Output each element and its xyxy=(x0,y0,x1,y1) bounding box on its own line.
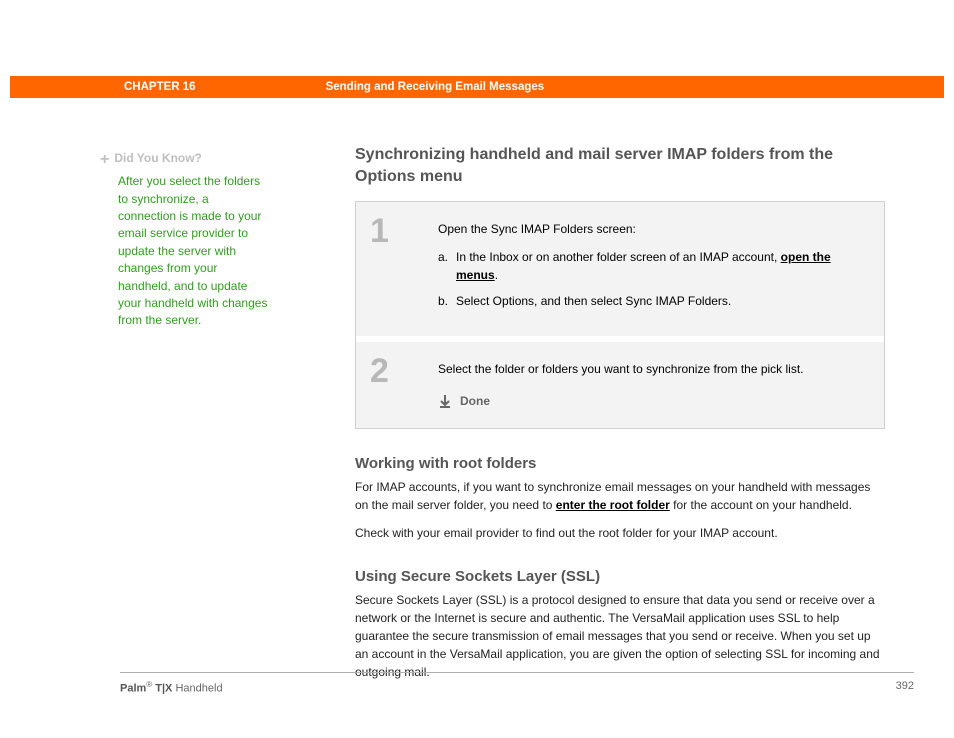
main-content: Synchronizing handheld and mail server I… xyxy=(355,144,885,691)
root-folders-section: Working with root folders For IMAP accou… xyxy=(355,455,885,542)
substep-b: b. Select Options, and then select Sync … xyxy=(438,292,866,310)
step-2: 2 Select the folder or folders you want … xyxy=(356,336,884,428)
product-name: Palm® T|X Handheld xyxy=(120,680,223,695)
page-footer: Palm® T|X Handheld 392 xyxy=(120,680,914,695)
page-number: 392 xyxy=(896,680,914,695)
section-paragraph: Check with your email provider to find o… xyxy=(355,524,885,542)
step-body: Select the folder or folders you want to… xyxy=(438,346,884,424)
step-lead: Open the Sync IMAP Folders screen: xyxy=(438,220,866,238)
did-you-know-label: Did You Know? xyxy=(114,151,202,165)
step-1: 1 Open the Sync IMAP Folders screen: a. … xyxy=(356,202,884,336)
chapter-header: CHAPTER 16 Sending and Receiving Email M… xyxy=(10,76,944,98)
steps-box: 1 Open the Sync IMAP Folders screen: a. … xyxy=(355,201,885,429)
section-paragraph: For IMAP accounts, if you want to synchr… xyxy=(355,478,885,514)
step-number: 1 xyxy=(356,206,438,332)
section-title: Synchronizing handheld and mail server I… xyxy=(355,144,885,187)
section-paragraph: Secure Sockets Layer (SSL) is a protocol… xyxy=(355,591,885,681)
done-label: Done xyxy=(460,392,490,410)
footer-rule xyxy=(120,672,914,673)
done-arrow-icon xyxy=(438,394,452,408)
plus-icon: + xyxy=(100,148,109,171)
done-indicator: Done xyxy=(438,392,866,410)
step-lead: Select the folder or folders you want to… xyxy=(438,360,866,378)
enter-root-folder-link[interactable]: enter the root folder xyxy=(556,498,670,512)
chapter-number: CHAPTER 16 xyxy=(124,81,196,93)
step-number: 2 xyxy=(356,346,438,424)
chapter-title: Sending and Receiving Email Messages xyxy=(326,81,545,93)
sidebar-tip: + Did You Know? After you select the fold… xyxy=(100,150,270,330)
ssl-section: Using Secure Sockets Layer (SSL) Secure … xyxy=(355,568,885,681)
did-you-know-body: After you select the folders to synchron… xyxy=(118,173,270,330)
section-heading: Using Secure Sockets Layer (SSL) xyxy=(355,568,885,585)
step-body: Open the Sync IMAP Folders screen: a. In… xyxy=(438,206,884,332)
section-heading: Working with root folders xyxy=(355,455,885,472)
substep-a: a. In the Inbox or on another folder scr… xyxy=(438,248,866,284)
